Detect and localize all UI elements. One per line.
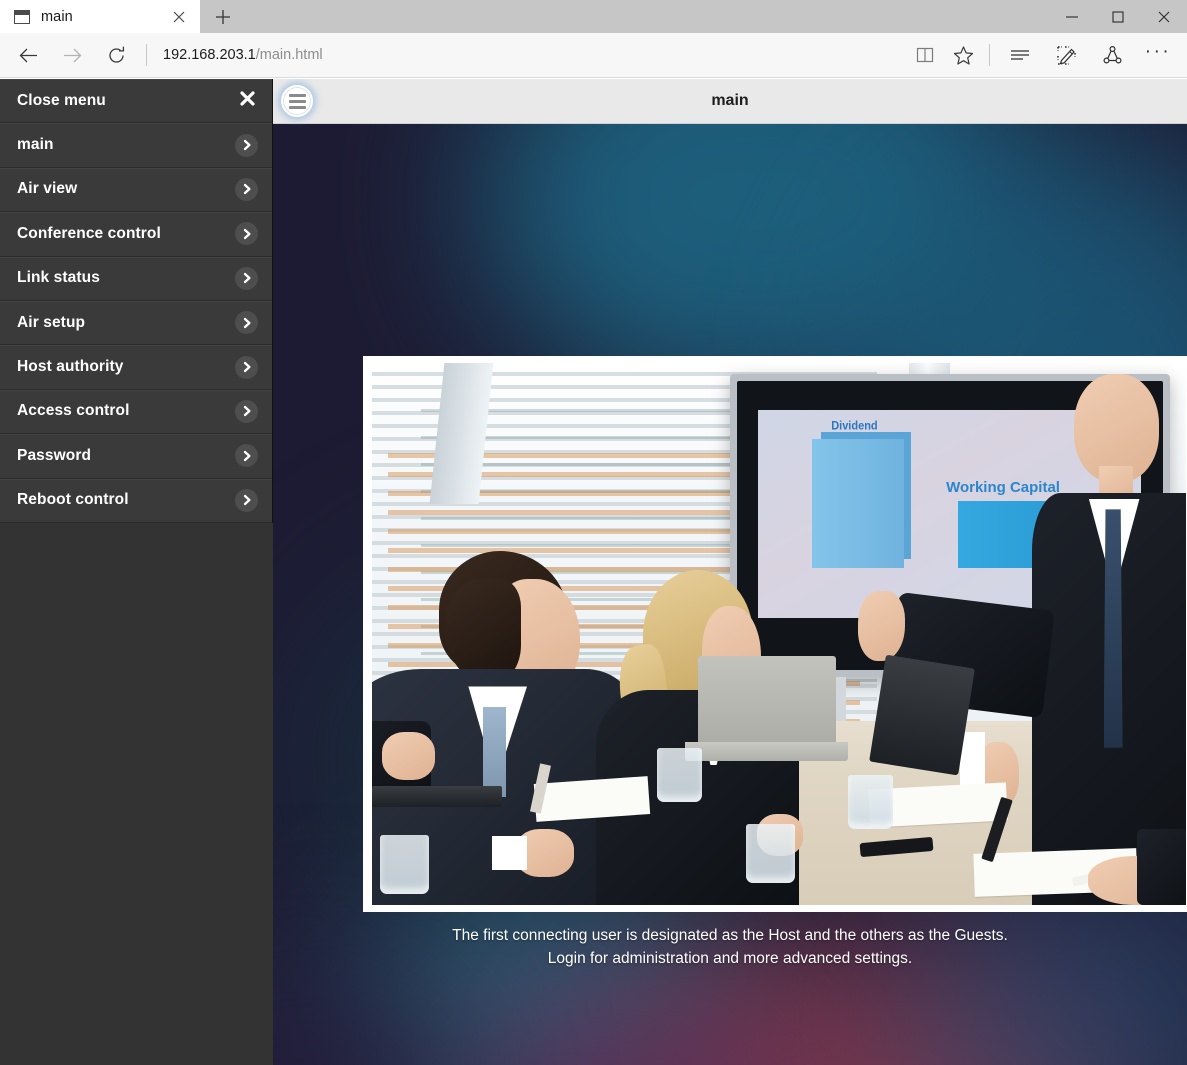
menu-item-label: Air setup: [17, 313, 86, 331]
menu-item-label: Password: [17, 446, 92, 464]
hand: [381, 731, 435, 780]
maximize-button[interactable]: [1095, 0, 1141, 33]
menu-item-link-status[interactable]: Link status: [0, 256, 272, 301]
address-bar[interactable]: 192.168.203.1/main.html: [153, 37, 906, 73]
refresh-icon[interactable]: [94, 37, 138, 73]
close-x-icon[interactable]: [239, 90, 258, 111]
menu-item-label: Host authority: [17, 358, 124, 376]
menu-item-list: main Air view Conference control Link statu…: [0, 123, 272, 568]
caption-line-1: The first connecting user is designated …: [452, 927, 1008, 944]
page-content: Dividend Working Capital The first conne…: [273, 124, 1187, 1065]
app-header: main: [273, 79, 1187, 124]
back-arrow-icon[interactable]: [6, 37, 50, 73]
laptop-black-front: [372, 785, 503, 808]
shirt-cuff: [491, 835, 527, 871]
menu-item-password[interactable]: Password: [0, 434, 272, 479]
menu-item-access-control[interactable]: Access control: [0, 389, 272, 435]
laptop-base: [685, 742, 849, 762]
close-menu-label: Close menu: [17, 91, 106, 109]
menu-item-host-authority[interactable]: Host authority: [0, 345, 272, 390]
menu-empty-space: [0, 523, 273, 1065]
hero-photo-frame: Dividend Working Capital: [363, 356, 1187, 912]
more-label: ···: [1144, 40, 1172, 62]
chevron-right-icon[interactable]: [235, 222, 258, 246]
menu-item-label: Link status: [17, 269, 100, 287]
necktie: [1103, 509, 1123, 748]
arm-partial: [1137, 829, 1186, 905]
hamburger-bar: [288, 93, 306, 97]
window-controls: [1049, 0, 1187, 33]
water-glass: [848, 774, 893, 830]
hair-side: [444, 578, 522, 683]
chevron-right-icon[interactable]: [235, 488, 258, 512]
laptop-black: [868, 654, 975, 776]
person-presenter: [858, 363, 1186, 905]
navigation-bar: 192.168.203.1/main.html ···: [0, 33, 1187, 78]
side-menu: Close menu main Air view Conference contro…: [0, 79, 273, 1065]
tab-main[interactable]: main: [0, 0, 200, 33]
hamburger-bar: [288, 105, 306, 109]
water-glass: [746, 823, 796, 884]
page-title: main: [711, 92, 749, 109]
divider: [146, 44, 147, 66]
water-glass: [380, 834, 429, 895]
share-icon[interactable]: [1089, 37, 1135, 73]
menu-item-air-setup[interactable]: Air setup: [0, 300, 272, 346]
business-meeting-photo: Dividend Working Capital: [372, 363, 1186, 905]
menu-item-label: main: [17, 136, 54, 154]
hamburger-bar: [288, 99, 306, 103]
menu-item-main[interactable]: main: [0, 123, 272, 168]
close-window-button[interactable]: [1141, 0, 1187, 33]
chevron-right-icon[interactable]: [235, 399, 258, 423]
star-icon[interactable]: [944, 37, 982, 73]
address-host: 192.168.203.1: [163, 47, 256, 63]
hamburger-icon[interactable]: [281, 85, 313, 117]
pencil-note-icon[interactable]: [1043, 37, 1089, 73]
new-tab-button[interactable]: [200, 0, 245, 33]
menu-item-reboot-control[interactable]: Reboot control: [0, 478, 272, 523]
book-icon[interactable]: [906, 37, 944, 73]
menu-close-row[interactable]: Close menu: [0, 79, 272, 124]
slide-bar: [812, 438, 904, 569]
shirt-cuff: [959, 731, 986, 786]
tab-close-icon[interactable]: [166, 4, 192, 30]
page-viewport: main Dividend Working Capital The first …: [0, 79, 1187, 1065]
caption-block: The first connecting user is designated …: [273, 924, 1187, 970]
hand-gesture: [858, 590, 905, 662]
chevron-right-icon[interactable]: [235, 444, 258, 468]
chevron-right-icon[interactable]: [235, 133, 258, 157]
menu-item-label: Conference control: [17, 224, 161, 242]
menu-item-label: Reboot control: [17, 491, 129, 509]
menu-item-label: Access control: [17, 402, 130, 420]
chevron-right-icon[interactable]: [235, 311, 258, 335]
minimize-button[interactable]: [1049, 0, 1095, 33]
water-glass: [656, 747, 702, 802]
chevron-right-icon[interactable]: [235, 177, 258, 201]
necktie: [483, 707, 507, 798]
tab-strip: main: [0, 0, 1187, 33]
chevron-right-icon[interactable]: [235, 266, 258, 290]
laptop-silver: [697, 655, 836, 748]
toolbar-icons: ···: [906, 37, 1181, 73]
ellipsis-icon[interactable]: ···: [1135, 37, 1181, 73]
slide-label-dividend: Dividend: [831, 419, 878, 433]
menu-item-conference-control[interactable]: Conference control: [0, 212, 272, 257]
chevron-right-icon[interactable]: [235, 355, 258, 379]
divider: [989, 44, 990, 66]
browser-window: main 192.168.203.1 /main.html ··· main D…: [0, 0, 1187, 1065]
caption-line-2: Login for administration and more advanc…: [547, 950, 913, 967]
menu-item-air-view[interactable]: Air view: [0, 167, 272, 213]
menu-item-label: Air view: [17, 180, 78, 198]
hub-lines-icon[interactable]: [997, 37, 1043, 73]
tab-title: main: [41, 8, 73, 25]
address-path: /main.html: [255, 47, 323, 63]
forward-arrow-icon[interactable]: [50, 37, 94, 73]
window-icon: [14, 9, 30, 24]
